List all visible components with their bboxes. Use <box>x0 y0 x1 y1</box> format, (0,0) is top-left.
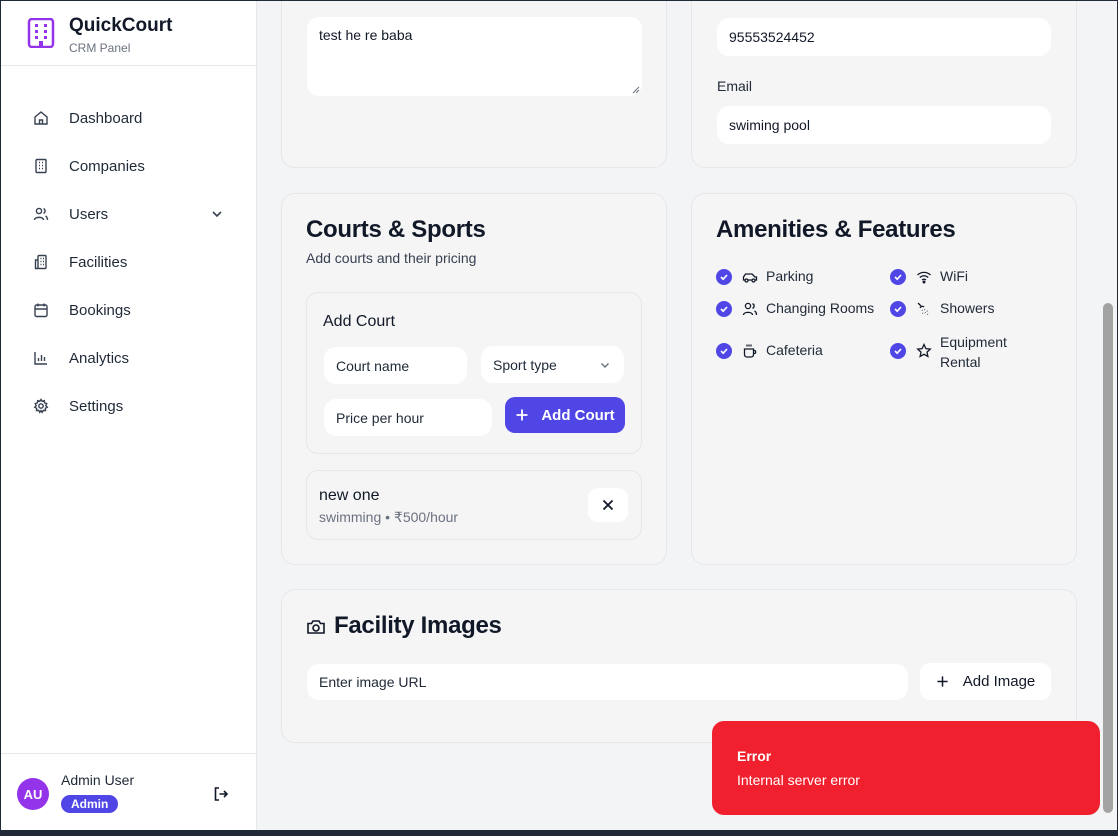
main-content: test he re baba 95553524452 Email swimin… <box>257 1 1101 830</box>
phone-input[interactable]: 95553524452 <box>717 18 1051 56</box>
amenity-label: Showers <box>940 300 995 316</box>
court-list-item: new one swimming • ₹500/hour <box>306 470 642 540</box>
avatar[interactable]: AU <box>17 778 49 810</box>
camera-icon <box>307 620 325 634</box>
chart-icon <box>33 350 49 366</box>
facility-icon <box>33 254 49 270</box>
images-title: Facility Images <box>334 612 502 639</box>
check-icon <box>890 269 906 285</box>
court-detail: swimming • ₹500/hour <box>319 509 459 525</box>
sidebar-item-label: Bookings <box>69 301 131 319</box>
description-textarea[interactable]: test he re baba <box>307 17 642 96</box>
shower-icon <box>917 302 929 315</box>
user-profile: AU Admin User Admin <box>1 753 257 830</box>
add-image-button[interactable]: Add Image <box>920 663 1051 700</box>
sidebar-item-label: Users <box>69 205 109 223</box>
amenities-card: Amenities & Features Parking WiFi Changi… <box>691 193 1077 565</box>
sidebar-item-label: Dashboard <box>69 109 143 127</box>
check-icon <box>716 343 732 359</box>
email-label: Email <box>717 78 753 94</box>
toast-title: Error <box>737 748 772 764</box>
amenity-parking[interactable]: Parking <box>716 268 813 285</box>
sidebar-item-analytics[interactable]: Analytics <box>17 338 241 378</box>
sidebar-item-facilities[interactable]: Facilities <box>17 242 241 282</box>
image-url-input[interactable]: Enter image URL <box>307 664 908 700</box>
sidebar-item-label: Analytics <box>69 349 130 367</box>
coffee-icon <box>743 344 757 358</box>
wifi-icon <box>917 271 931 284</box>
check-icon <box>890 343 906 359</box>
amenity-label: Cafeteria <box>766 342 823 358</box>
add-court-label: Add Court <box>541 406 615 424</box>
sidebar-item-label: Facilities <box>69 253 128 271</box>
check-icon <box>890 301 906 317</box>
sidebar-item-users[interactable]: Users <box>17 194 241 234</box>
chevron-down-icon[interactable] <box>209 206 225 222</box>
sport-type-select[interactable]: Sport type <box>481 346 624 383</box>
amenity-wifi[interactable]: WiFi <box>890 268 968 285</box>
plus-icon <box>937 676 948 687</box>
brand-name: QuickCourt <box>69 15 173 36</box>
amenity-label: Changing Rooms <box>766 300 875 316</box>
scrollbar[interactable] <box>1101 1 1117 830</box>
gear-icon <box>33 398 49 414</box>
calendar-icon <box>33 302 49 318</box>
add-court-panel: Add Court Court name Sport type Price pe… <box>306 292 642 454</box>
amenity-label: Parking <box>766 268 814 284</box>
resize-handle-icon[interactable] <box>632 86 640 94</box>
error-toast[interactable]: Error Internal server error <box>712 721 1100 815</box>
user-name: Admin User <box>61 772 135 788</box>
contact-info-card: 95553524452 Email swiming pool <box>691 1 1077 168</box>
add-court-button[interactable]: Add Court <box>505 397 625 433</box>
email-input[interactable]: swiming pool <box>717 106 1051 144</box>
sidebar-item-settings[interactable]: Settings <box>17 386 241 426</box>
check-icon <box>716 301 732 317</box>
star-icon <box>916 343 932 358</box>
app-window: QuickCourt CRM Panel Dashboard Companies… <box>0 0 1118 836</box>
amenity-changing-rooms[interactable]: Changing Rooms <box>716 300 874 317</box>
sidebar-item-label: Companies <box>69 157 145 175</box>
amenity-cafeteria[interactable]: Cafeteria <box>716 342 823 359</box>
brand-subtitle: CRM Panel <box>69 41 131 55</box>
scrollbar-thumb[interactable] <box>1103 303 1113 813</box>
check-icon <box>716 269 732 285</box>
add-court-title: Add Court <box>323 313 396 330</box>
sidebar-item-dashboard[interactable]: Dashboard <box>17 98 241 138</box>
close-icon <box>602 499 614 511</box>
courts-title: Courts & Sports <box>306 216 486 243</box>
toast-message: Internal server error <box>737 772 860 788</box>
building-icon <box>33 158 49 174</box>
remove-court-button[interactable] <box>588 488 628 522</box>
building-logo-icon <box>27 18 55 48</box>
courts-card: Courts & Sports Add courts and their pri… <box>281 193 667 565</box>
amenity-equipment-rental[interactable]: Equipment Rental <box>890 332 1007 372</box>
brand-header: QuickCourt CRM Panel <box>1 1 257 66</box>
users-icon <box>742 302 758 316</box>
court-name: new one <box>319 487 380 504</box>
amenity-label: WiFi <box>940 268 968 284</box>
court-name-input[interactable]: Court name <box>324 347 467 384</box>
amenity-showers[interactable]: Showers <box>890 300 994 317</box>
role-badge: Admin <box>61 795 119 813</box>
logout-icon[interactable] <box>212 785 230 803</box>
chevron-down-icon <box>600 362 610 368</box>
car-icon <box>742 273 758 283</box>
sidebar-item-label: Settings <box>69 397 124 415</box>
users-icon <box>33 206 49 222</box>
plus-icon <box>516 409 528 421</box>
add-image-label: Add Image <box>962 673 1036 690</box>
sport-type-value: Sport type <box>493 356 557 373</box>
basic-info-card: test he re baba <box>281 1 667 168</box>
sidebar-item-companies[interactable]: Companies <box>17 146 241 186</box>
home-icon <box>33 110 49 126</box>
courts-subtitle: Add courts and their pricing <box>306 250 477 266</box>
sidebar: QuickCourt CRM Panel Dashboard Companies… <box>1 1 257 830</box>
price-input[interactable]: Price per hour <box>324 399 492 436</box>
amenity-label: Equipment Rental <box>940 334 1007 370</box>
amenities-title: Amenities & Features <box>716 216 956 243</box>
sidebar-item-bookings[interactable]: Bookings <box>17 290 241 330</box>
images-card: Facility Images Enter image URL Add Imag… <box>281 589 1077 743</box>
